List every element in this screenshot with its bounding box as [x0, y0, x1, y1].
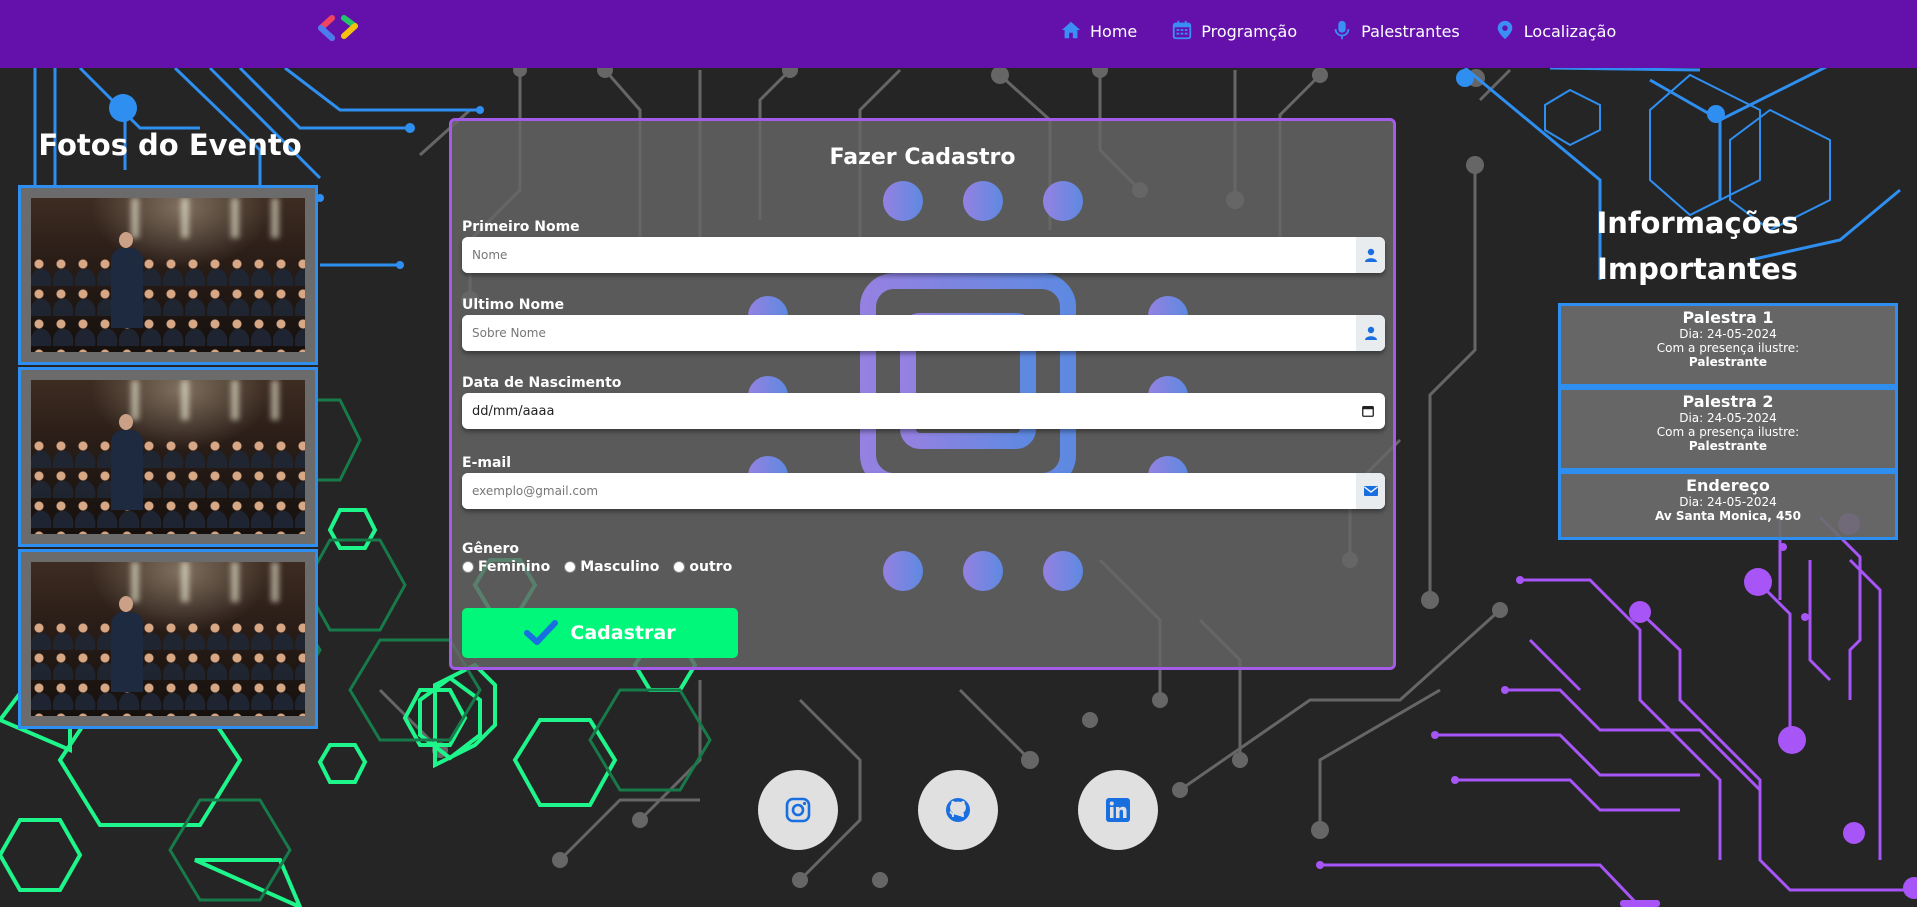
info-card-speaker: Palestrante: [1688, 355, 1768, 369]
instagram-icon: [785, 797, 811, 823]
info-card-palestra-2: Palestra 2 Dia: 24-05-2024 Com a presenç…: [1558, 387, 1898, 471]
event-photo[interactable]: [18, 185, 318, 365]
radio-label: outro: [689, 559, 733, 575]
info-card-speaker: Palestrante: [1688, 439, 1768, 453]
info-card-date: Dia: 24-05-2024: [1679, 411, 1777, 425]
email-label: E-mail: [462, 455, 512, 471]
github-icon: [946, 798, 970, 822]
birthdate-label: Data de Nascimento: [462, 375, 622, 391]
main-nav: Home Programção Palestrantes Localização: [1060, 18, 1616, 42]
purple-circuit-nodes: [1316, 513, 1917, 899]
first-name-field: [462, 237, 1385, 273]
gender-radio-feminino[interactable]: Feminino: [462, 559, 550, 575]
event-photo[interactable]: [18, 549, 318, 729]
nav-item-palestrantes[interactable]: Palestrantes: [1331, 18, 1460, 42]
nav-item-programacao[interactable]: Programção: [1171, 18, 1297, 42]
radio-circle: [673, 561, 686, 573]
last-name-field: [462, 315, 1385, 351]
info-card-title: Palestra 1: [1682, 308, 1774, 327]
info-title-line: Informações: [1596, 206, 1799, 240]
linkedin-icon: [1106, 798, 1130, 822]
info-card-date: Dia: 24-05-2024: [1679, 327, 1777, 341]
home-icon: [1061, 21, 1081, 39]
info-card-endereco: Endereço Dia: 24-05-2024 Av Santa Monica…: [1558, 471, 1898, 540]
birthdate-value: dd/mm/aaaa: [472, 403, 555, 419]
info-title-line: Importantes: [1597, 252, 1798, 286]
github-button[interactable]: [918, 770, 998, 850]
info-title: Informações Importantes: [1560, 200, 1835, 292]
instagram-button[interactable]: [758, 770, 838, 850]
info-card-title: Palestra 2: [1682, 392, 1774, 411]
email-field: [462, 473, 1385, 509]
info-card-text: Com a presença ilustre:: [1656, 341, 1800, 355]
nav-item-localizacao[interactable]: Localização: [1494, 18, 1617, 42]
speaker-on-stage-photo: [31, 562, 305, 716]
form-title: Fazer Cadastro: [829, 145, 1016, 170]
checkmark-icon: [524, 620, 559, 645]
nav-item-home[interactable]: Home: [1060, 18, 1137, 42]
info-card-address: Av Santa Monica, 450: [1655, 509, 1801, 523]
info-card-date: Dia: 24-05-2024: [1679, 495, 1777, 509]
info-card-palestra-1: Palestra 1 Dia: 24-05-2024 Com a presenç…: [1558, 303, 1898, 387]
nav-item-label: Programção: [1201, 22, 1298, 41]
first-name-label: Primeiro Nome: [462, 219, 580, 235]
radio-label: Feminino: [478, 559, 551, 575]
first-name-input[interactable]: [462, 237, 1356, 273]
top-navbar: Home Programção Palestrantes Localização: [0, 0, 1917, 68]
gender-radio-masculino[interactable]: Masculino: [564, 559, 659, 575]
last-name-label: Ultimo Nome: [462, 297, 565, 313]
microphone-icon: [1334, 20, 1350, 40]
calendar-icon: [1173, 20, 1192, 40]
logo-icon[interactable]: [318, 14, 366, 44]
calendar-icon[interactable]: [1351, 393, 1385, 429]
birthdate-input[interactable]: dd/mm/aaaa: [462, 393, 1385, 429]
event-photo[interactable]: [18, 367, 318, 547]
user-icon: [1356, 237, 1385, 273]
user-icon: [1356, 315, 1385, 351]
location-pin-icon: [1497, 20, 1513, 40]
radio-circle: [564, 561, 577, 573]
gender-label: Gênero: [462, 541, 519, 557]
radio-circle: [462, 561, 474, 573]
registration-form: Fazer Cadastro Primeiro Nome Ultimo Nome…: [449, 118, 1396, 670]
gender-radio-group: Feminino Masculino outro: [462, 559, 732, 575]
nav-item-label: Home: [1090, 22, 1138, 41]
chip-illustration: [748, 181, 1188, 591]
linkedin-button[interactable]: [1078, 770, 1158, 850]
submit-label: Cadastrar: [570, 622, 676, 644]
radio-label: Masculino: [580, 559, 660, 575]
nav-item-label: Localização: [1523, 22, 1617, 41]
envelope-icon: [1356, 473, 1385, 509]
info-card-text: Com a presença ilustre:: [1656, 425, 1800, 439]
speaker-on-stage-photo: [31, 198, 305, 352]
gender-radio-outro[interactable]: outro: [673, 559, 732, 575]
last-name-input[interactable]: [462, 315, 1356, 351]
email-input[interactable]: [462, 473, 1356, 509]
nav-item-label: Palestrantes: [1361, 22, 1460, 41]
speaker-on-stage-photo: [31, 380, 305, 534]
info-card-title: Endereço: [1686, 476, 1770, 495]
gallery-title: Fotos do Evento: [38, 128, 302, 162]
submit-button[interactable]: Cadastrar: [462, 608, 738, 658]
